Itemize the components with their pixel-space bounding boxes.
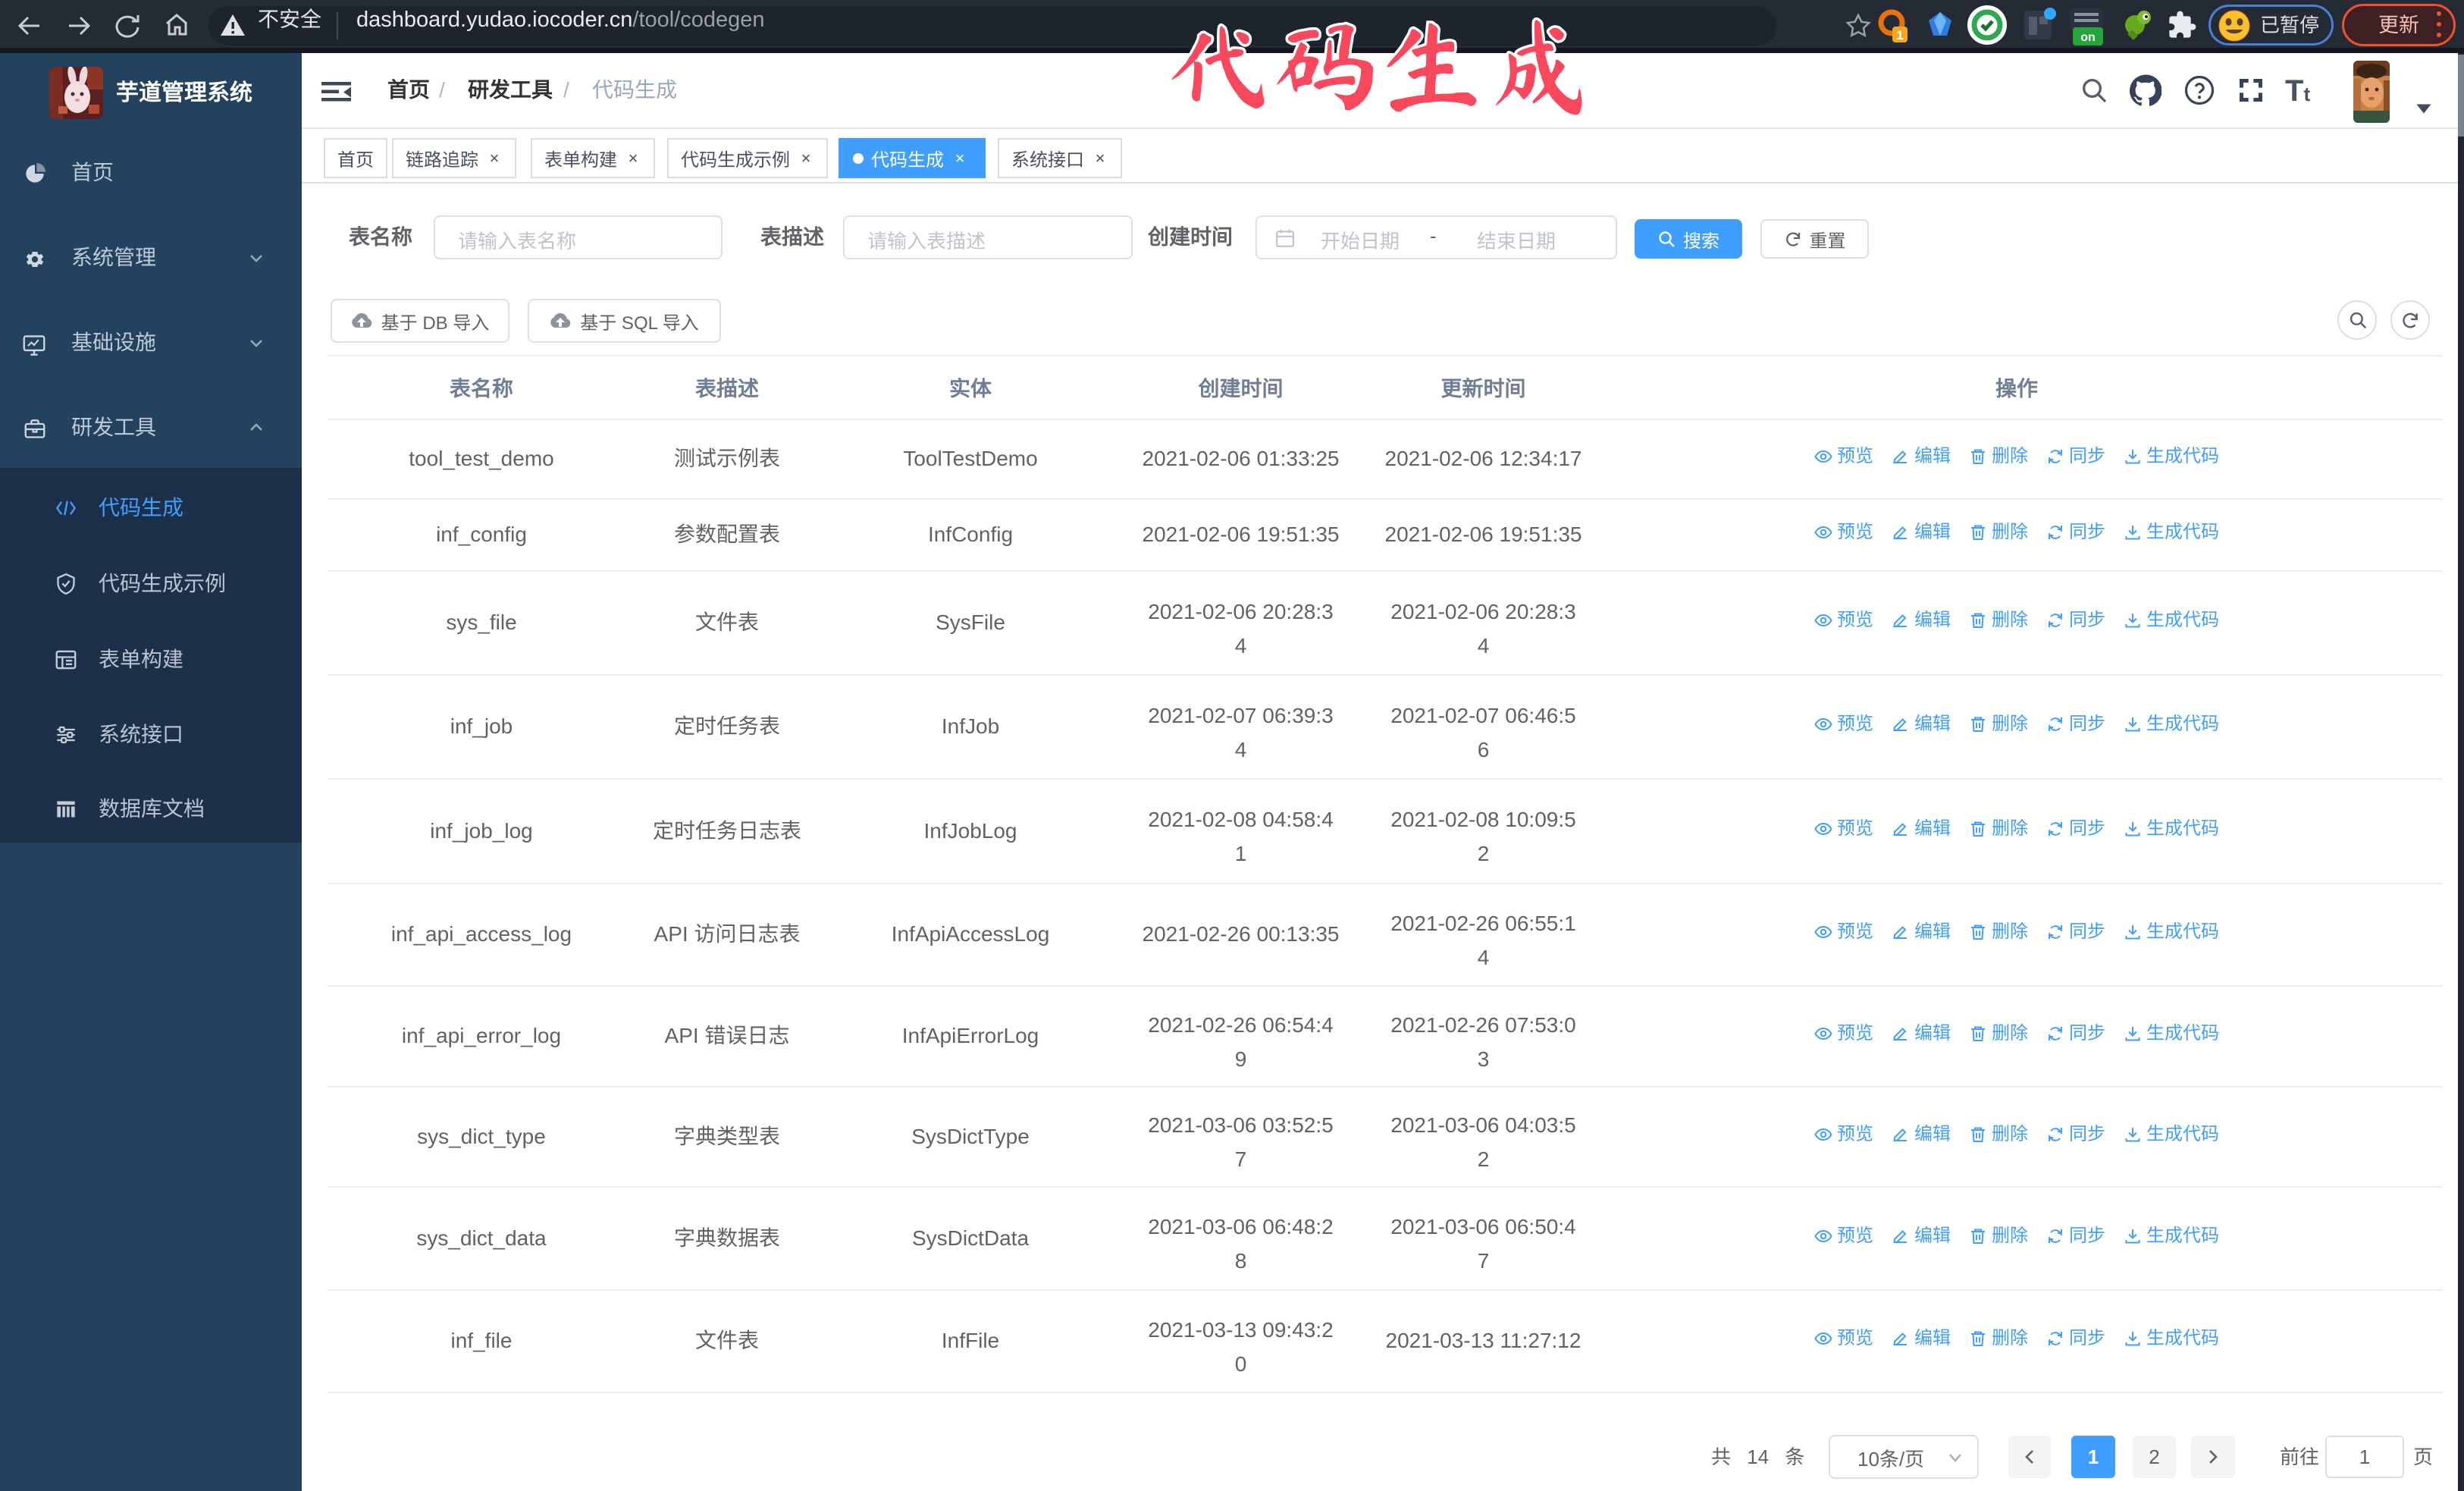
svg-text:on: on <box>2080 31 2096 44</box>
svg-text:1: 1 <box>1896 28 1903 42</box>
svg-text:t: t <box>2304 83 2311 105</box>
svg-text:T: T <box>2285 75 2303 105</box>
